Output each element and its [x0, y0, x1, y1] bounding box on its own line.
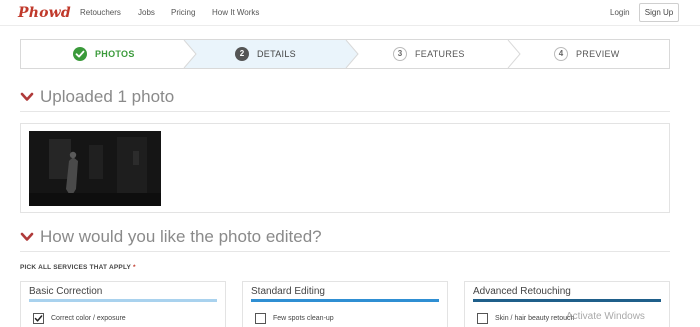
service-option[interactable]: Correct color / exposure [33, 313, 126, 324]
step-label-preview: PREVIEW [576, 49, 620, 59]
option-label: Few spots clean-up [273, 315, 334, 322]
step-number-features: 3 [393, 47, 407, 61]
step-preview[interactable]: 4 PREVIEW [520, 40, 670, 68]
nav-link-retouchers[interactable]: Retouchers [80, 8, 121, 17]
uploaded-photo-thumbnail[interactable] [29, 131, 161, 206]
card-color-bar [29, 299, 217, 302]
service-option[interactable]: Few spots clean-up [255, 313, 334, 324]
top-navigation: Phowd Retouchers Jobs Pricing How It Wor… [0, 0, 700, 26]
step-details[interactable]: 2 DETAILS [196, 40, 346, 68]
uploaded-photos-panel [20, 123, 670, 213]
services-heading[interactable]: How would you like the photo edited? [20, 227, 322, 247]
pick-services-label: PICK ALL SERVICES THAT APPLY * [20, 264, 136, 271]
check-icon [73, 47, 87, 61]
signup-button[interactable]: Sign Up [639, 3, 679, 22]
nav-link-how-it-works[interactable]: How It Works [212, 8, 259, 17]
divider [20, 111, 670, 112]
chevron-down-icon [20, 92, 34, 101]
nav-link-pricing[interactable]: Pricing [171, 8, 195, 17]
activate-windows-watermark: Activate Windows [566, 311, 645, 322]
step-label-photos: PHOTOS [95, 49, 135, 59]
checkmark-icon [34, 315, 43, 322]
step-number-details: 2 [235, 47, 249, 61]
services-title: How would you like the photo edited? [40, 227, 322, 246]
step-label-details: DETAILS [257, 49, 296, 59]
brand-logo[interactable]: Phowd [18, 5, 71, 21]
photo-image [29, 131, 161, 206]
nav-link-jobs[interactable]: Jobs [138, 8, 155, 17]
step-photos[interactable]: PHOTOS [21, 40, 184, 68]
card-color-bar [251, 299, 439, 302]
chevron-down-icon [20, 232, 34, 241]
required-mark: * [132, 264, 136, 271]
option-label: Skin / hair beauty retouch [495, 315, 575, 322]
option-checkbox[interactable] [255, 313, 266, 324]
step-number-preview: 4 [554, 47, 568, 61]
option-checkbox[interactable] [477, 313, 488, 324]
login-link[interactable]: Login [610, 8, 630, 17]
card-title: Basic Correction [29, 286, 103, 297]
uploads-heading[interactable]: Uploaded 1 photo [20, 87, 174, 107]
service-option[interactable]: Skin / hair beauty retouch [477, 313, 574, 324]
step-label-features: FEATURES [415, 49, 465, 59]
card-title: Advanced Retouching [473, 286, 571, 297]
step-features[interactable]: 3 FEATURES [358, 40, 508, 68]
pick-services-text: PICK ALL SERVICES THAT APPLY [20, 264, 131, 271]
divider [20, 251, 670, 252]
card-title: Standard Editing [251, 286, 325, 297]
option-checkbox[interactable] [33, 313, 44, 324]
progress-stepper: PHOTOS 2 DETAILS 3 FEATURES 4 PREVIEW [20, 39, 670, 69]
service-card-basic-correction: Basic Correction Correct color / exposur… [20, 281, 226, 327]
card-color-bar [473, 299, 661, 302]
option-label: Correct color / exposure [51, 315, 126, 322]
uploads-title: Uploaded 1 photo [40, 87, 175, 106]
service-card-standard-editing: Standard Editing Few spots clean-up [242, 281, 448, 327]
